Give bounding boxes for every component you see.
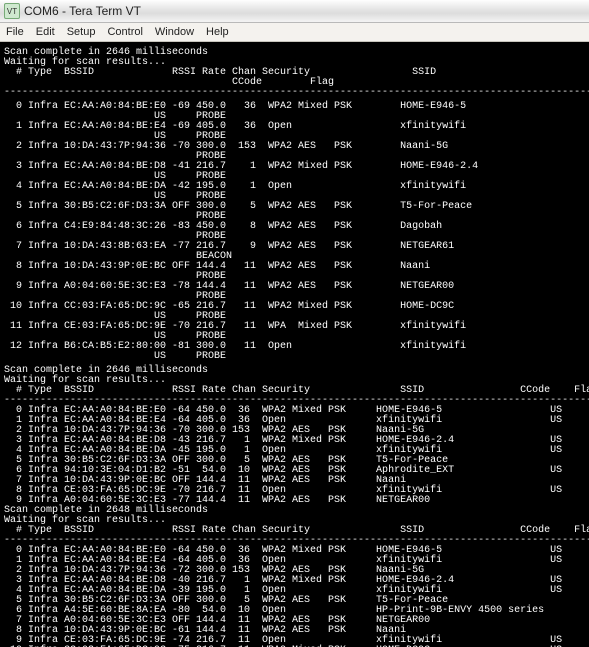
menu-file[interactable]: File	[6, 26, 24, 38]
menubar: File Edit Setup Control Window Help	[0, 23, 589, 42]
menu-control[interactable]: Control	[107, 26, 142, 38]
window-title: COM6 - Tera Term VT	[24, 4, 141, 18]
menu-window[interactable]: Window	[155, 26, 194, 38]
terminal-line: US PROBE	[4, 352, 589, 362]
menu-setup[interactable]: Setup	[67, 26, 96, 38]
app-icon: VT	[4, 3, 20, 19]
terminal-line: # Type BSSID RSSI Rate Chan Security SSI…	[4, 386, 589, 396]
terminal-line: CCode Flag	[4, 78, 589, 88]
menu-help[interactable]: Help	[206, 26, 229, 38]
divider-line: ----------------------------------------…	[4, 88, 589, 98]
menu-edit[interactable]: Edit	[36, 26, 55, 38]
terminal-line: # Type BSSID RSSI Rate Chan Security SSI…	[4, 526, 589, 536]
terminal-output[interactable]: Scan complete in 2646 millisecondsWaitin…	[0, 42, 589, 647]
titlebar: VT COM6 - Tera Term VT	[0, 0, 589, 23]
